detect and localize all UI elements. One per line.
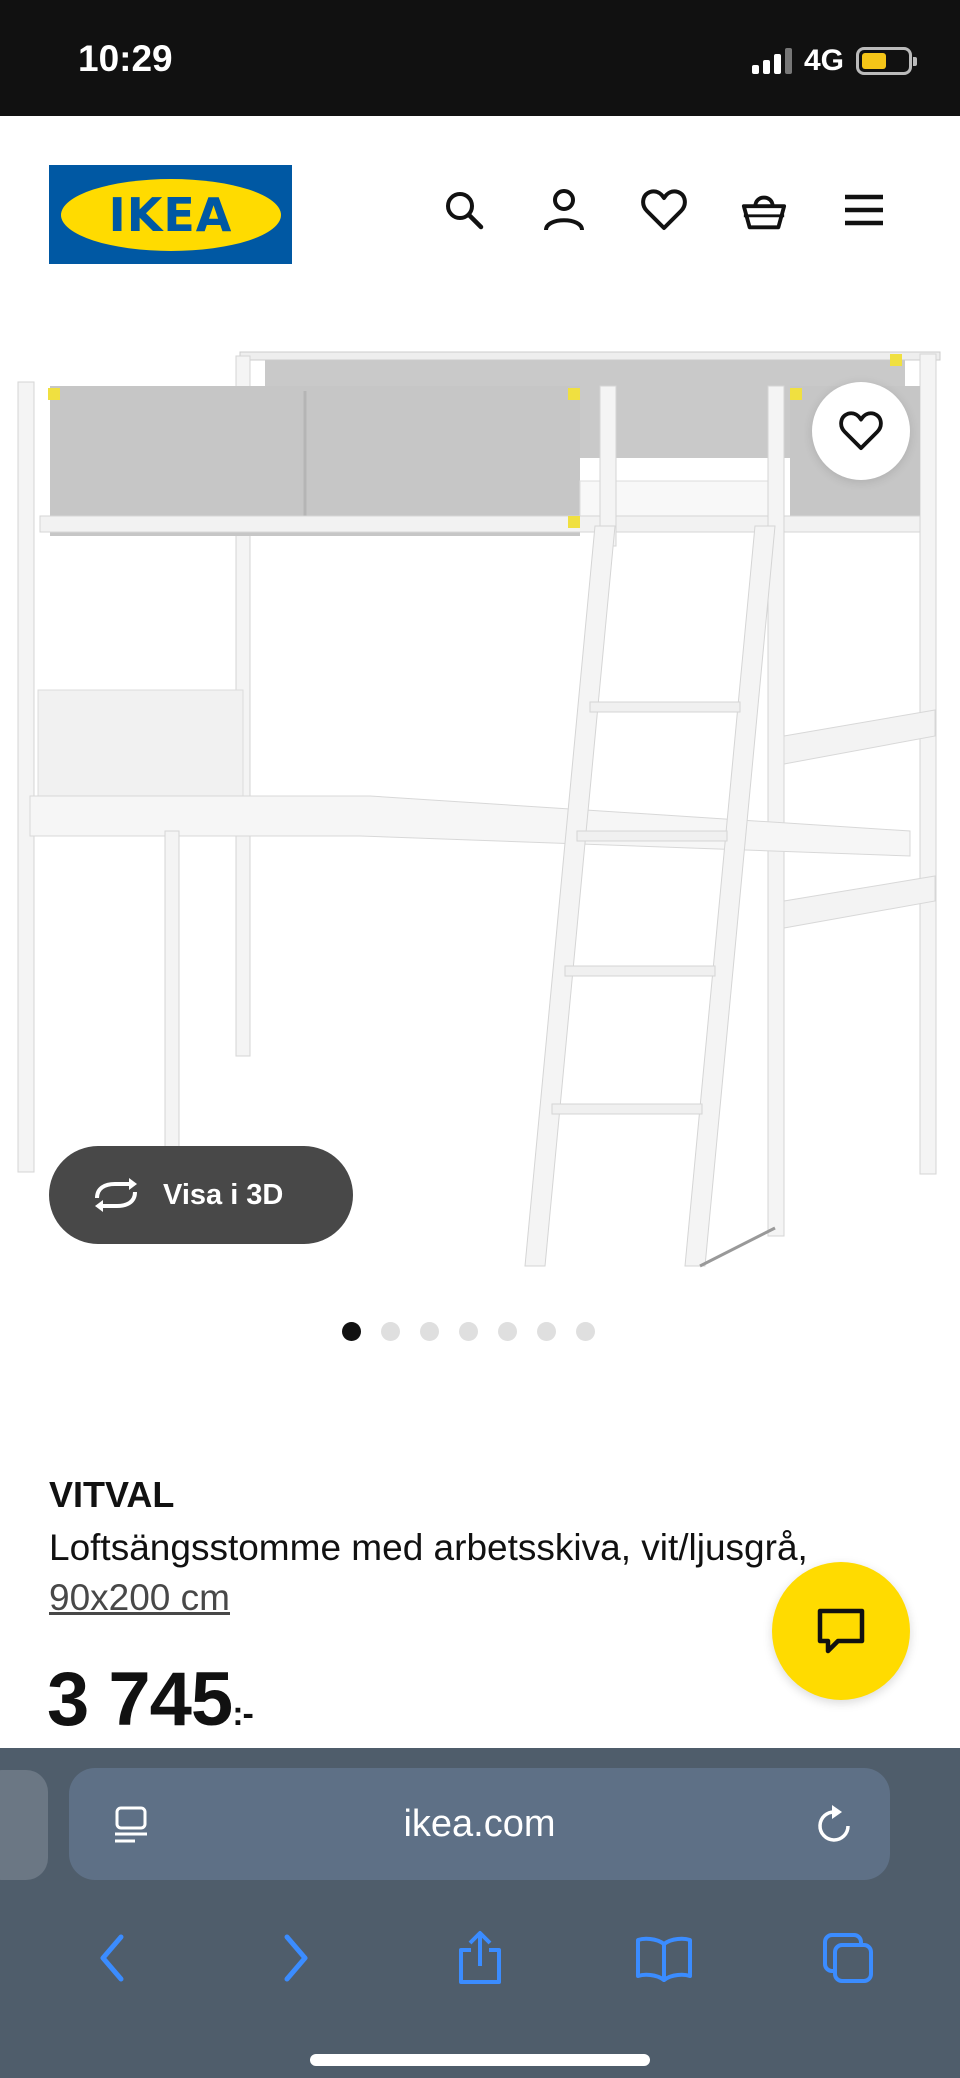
tabs-icon — [823, 1933, 873, 1983]
signal-icon — [751, 48, 792, 74]
url-text: ikea.com — [403, 1802, 556, 1845]
chat-button[interactable] — [772, 1562, 910, 1700]
search-icon[interactable] — [440, 186, 488, 234]
gallery-dot[interactable] — [341, 1322, 361, 1341]
ikea-logo[interactable]: IKEA — [49, 165, 292, 264]
user-icon[interactable] — [540, 186, 588, 234]
view-3d-button[interactable]: Visa i 3D — [49, 1146, 353, 1244]
address-bar[interactable]: ikea.com — [69, 1768, 890, 1880]
product-description: Loftsängsstomme med arbetsskiva, vit/lju… — [49, 1527, 808, 1568]
menu-icon[interactable] — [840, 186, 888, 234]
gallery-dot[interactable] — [380, 1322, 400, 1341]
book-icon — [636, 1936, 692, 1982]
chat-icon — [817, 1608, 865, 1654]
price-suffix: :- — [232, 1695, 254, 1733]
rotate-3d-icon — [95, 1178, 137, 1212]
previous-tab[interactable] — [0, 1770, 48, 1880]
price-amount: 3 745 — [47, 1657, 233, 1742]
reload-icon[interactable] — [814, 1802, 856, 1846]
site-header: IKEA — [0, 116, 960, 316]
tabs-button[interactable] — [803, 1918, 893, 1998]
logo-oval: IKEA — [60, 178, 281, 251]
forward-button[interactable] — [251, 1918, 341, 1998]
home-indicator-bar — [310, 2054, 650, 2066]
product-size-link[interactable]: 90x200 cm — [49, 1574, 230, 1622]
share-button[interactable] — [435, 1918, 525, 1998]
chevron-left-icon — [100, 1934, 124, 1982]
view-3d-label: Visa i 3D — [163, 1178, 284, 1211]
gallery-dot[interactable] — [497, 1322, 517, 1341]
gallery-dot[interactable] — [419, 1322, 439, 1341]
browser-chrome: ikea.com — [0, 1748, 960, 2078]
basket-icon[interactable] — [740, 186, 788, 234]
bookmarks-button[interactable] — [619, 1918, 709, 1998]
share-icon — [459, 1931, 501, 1984]
status-bar: 10:29 4G — [0, 0, 960, 116]
chevron-right-icon — [284, 1934, 308, 1982]
status-indicators: 4G — [751, 44, 917, 78]
back-button[interactable] — [67, 1918, 157, 1998]
heart-icon[interactable] — [640, 186, 688, 234]
product-price: 3 745:- — [47, 1656, 254, 1743]
gallery-dot[interactable] — [575, 1322, 595, 1341]
reader-icon[interactable] — [111, 1804, 151, 1844]
browser-toolbar — [0, 1908, 960, 2008]
battery-icon — [856, 47, 917, 75]
gallery-pagination — [0, 1322, 948, 1341]
product-name: VITVAL — [49, 1474, 175, 1515]
gallery-dot[interactable] — [458, 1322, 478, 1341]
heart-icon — [839, 411, 883, 451]
gallery-dot[interactable] — [536, 1322, 556, 1341]
header-actions — [440, 186, 888, 234]
logo-text: IKEA — [108, 187, 233, 242]
status-time: 10:29 — [78, 38, 173, 79]
product-image[interactable]: Visa i 3D — [0, 316, 960, 1296]
network-label: 4G — [803, 44, 844, 77]
favorite-button[interactable] — [812, 382, 910, 480]
